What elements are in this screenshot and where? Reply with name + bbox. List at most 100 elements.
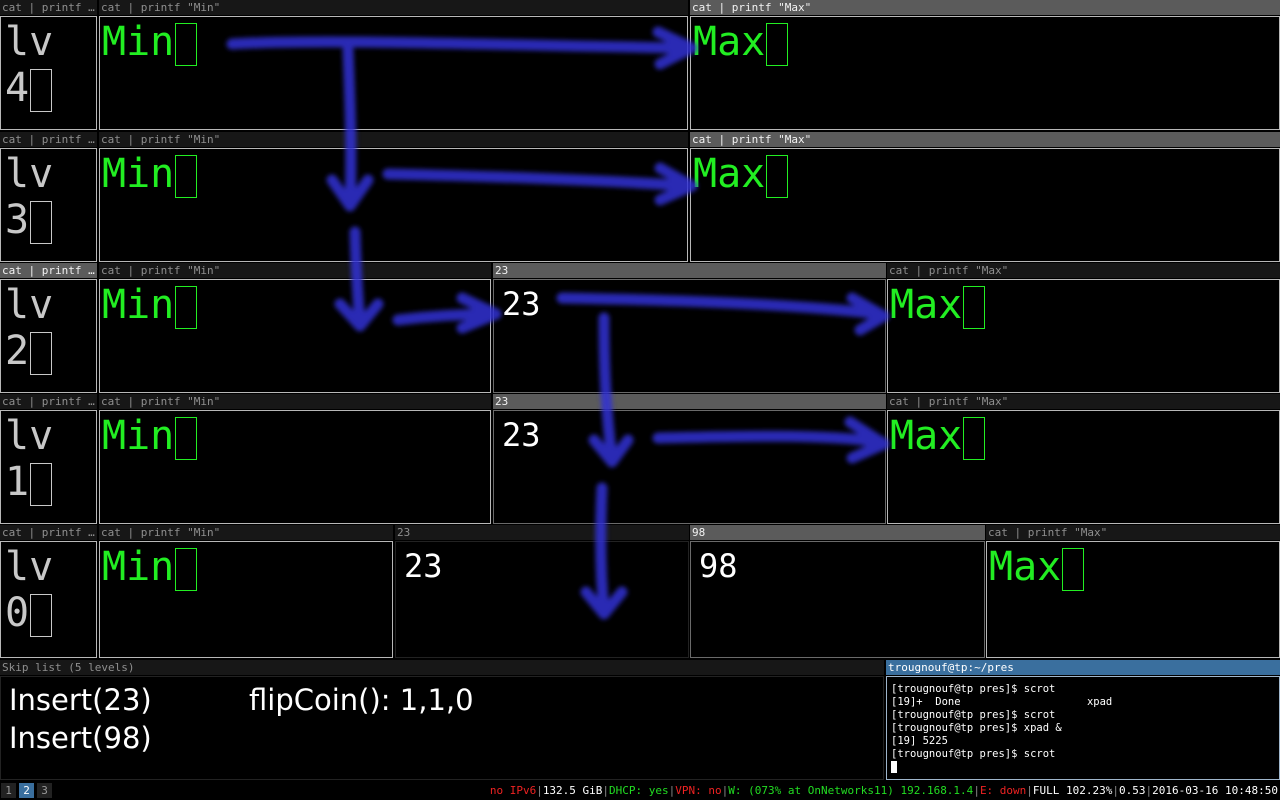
window-title[interactable]: cat | printf "Max" (690, 0, 1280, 15)
vpn-status: VPN: no (675, 784, 722, 797)
window-title[interactable]: 98 (690, 525, 985, 540)
window-title[interactable]: cat | printf "Min" (99, 394, 491, 409)
window-body: Min (99, 279, 491, 393)
window-body: Min (99, 16, 688, 130)
window-body: lv 2 (0, 279, 97, 393)
level-text: lv (5, 19, 54, 65)
window-title[interactable]: cat | printf "Min" (99, 0, 688, 15)
clock: 2016-03-16 10:48:50 (1152, 784, 1278, 797)
terminal-line: [19]+ Done xpad (891, 696, 1113, 708)
cursor-block (766, 155, 789, 198)
min-node-window[interactable]: cat | printf "Min" Min (99, 132, 688, 262)
min-node-window[interactable]: cat | printf "Min" Min (99, 0, 688, 130)
min-node-window[interactable]: cat | printf "Min" Min (99, 525, 393, 658)
window-title[interactable]: trougnouf@tp:~/pres (886, 660, 1280, 675)
node-text: Min (102, 544, 175, 590)
flipcoin-text: flipCoin(): 1,1,0 (249, 683, 474, 717)
workspace-3[interactable]: 3 (37, 783, 52, 798)
cursor-block (175, 548, 198, 591)
window-title[interactable]: cat | printf "Min" (99, 132, 688, 147)
window-body: Min (99, 410, 491, 524)
window-title[interactable]: cat | printf … (0, 0, 97, 15)
max-label: Max (693, 19, 789, 66)
max-label: Max (890, 282, 986, 329)
level-label: lv 3 (5, 151, 53, 244)
window-title[interactable]: cat | printf "Min" (99, 525, 393, 540)
level-0-window[interactable]: cat | printf … lv 0 (0, 525, 97, 658)
window-title[interactable]: 23 (395, 525, 689, 540)
node-23-window[interactable]: 23 23 (395, 525, 689, 658)
level-1-window[interactable]: cat | printf … lv 1 (0, 394, 97, 524)
level-3-window[interactable]: cat | printf … lv 3 (0, 132, 97, 262)
level-digit: 2 (5, 328, 30, 374)
node-23-window[interactable]: 23 23 (493, 394, 886, 524)
window-title[interactable]: cat | printf "Max" (690, 132, 1280, 147)
node-text: Max (890, 282, 963, 328)
min-node-window[interactable]: cat | printf "Min" Min (99, 263, 491, 393)
max-node-window[interactable]: cat | printf "Max" Max (690, 132, 1280, 262)
dhcp-status: DHCP: yes (609, 784, 669, 797)
window-body: 23 (493, 279, 886, 393)
cursor-block (766, 23, 789, 66)
max-node-window[interactable]: cat | printf "Max" Max (986, 525, 1280, 658)
min-node-window[interactable]: cat | printf "Min" Min (99, 394, 491, 524)
min-label: Min (102, 19, 198, 66)
node-98-window[interactable]: 98 98 (690, 525, 985, 658)
window-body: lv 1 (0, 410, 97, 524)
window-title[interactable]: cat | printf … (0, 132, 97, 147)
max-node-window[interactable]: cat | printf "Max" Max (887, 394, 1280, 524)
level-label: lv 0 (5, 544, 53, 637)
node-value: 23 (502, 416, 541, 454)
level-4-window[interactable]: cat | printf … lv 4 (0, 0, 97, 130)
node-value: 23 (404, 547, 443, 585)
window-title[interactable]: cat | printf … (0, 394, 97, 409)
node-value: 98 (699, 547, 738, 585)
window-title[interactable]: cat | printf "Max" (887, 394, 1280, 409)
level-digit: 4 (5, 65, 30, 111)
window-body: lv 3 (0, 148, 97, 262)
node-23-window[interactable]: 23 23 (493, 263, 886, 393)
node-value: 23 (502, 285, 541, 323)
level-label: lv 4 (5, 19, 53, 112)
window-title[interactable]: cat | printf "Max" (887, 263, 1280, 278)
cursor-block (175, 286, 198, 329)
window-title[interactable]: cat | printf "Min" (99, 263, 491, 278)
cursor-block (30, 201, 53, 244)
disk-status: 132.5 GiB (542, 784, 603, 797)
terminal-body[interactable]: [trougnouf@tp pres]$ scrot [19]+ Done xpa… (886, 676, 1280, 780)
node-text: Min (102, 282, 175, 328)
window-title[interactable]: cat | printf … (0, 525, 97, 540)
min-label: Min (102, 151, 198, 198)
max-node-window[interactable]: cat | printf "Max" Max (690, 0, 1280, 130)
window-title[interactable]: Skip list (5 levels) (0, 660, 884, 675)
window-body: 23 (493, 410, 886, 524)
cursor-block (963, 286, 986, 329)
battery-status: FULL 102.23% (1032, 784, 1113, 797)
max-node-window[interactable]: cat | printf "Max" Max (887, 263, 1280, 393)
cursor-block (30, 332, 53, 375)
skip-list-info-window[interactable]: Skip list (5 levels) Insert(23) Insert(9… (0, 660, 884, 780)
level-digit: 3 (5, 197, 30, 243)
ethernet-status: E: down (979, 784, 1027, 797)
cursor-block (1062, 548, 1085, 591)
window-body: Min (99, 148, 688, 262)
cursor-block (30, 463, 53, 506)
window-body: Max (986, 541, 1280, 658)
window-title[interactable]: cat | printf "Max" (986, 525, 1280, 540)
terminal-prompt[interactable] (891, 761, 1112, 774)
window-body: Insert(23) Insert(98) flipCoin(): 1,1,0 (0, 676, 884, 780)
window-body: Max (690, 148, 1280, 262)
level-2-window[interactable]: cat | printf … lv 2 (0, 263, 97, 393)
window-body: 98 (690, 541, 985, 658)
min-label: Min (102, 413, 198, 460)
window-title[interactable]: 23 (493, 263, 886, 278)
level-text: lv (5, 151, 54, 197)
terminal-window[interactable]: trougnouf@tp:~/pres [trougnouf@tp pres]$… (886, 660, 1280, 780)
node-text: Min (102, 413, 175, 459)
node-text: Max (693, 19, 766, 65)
window-body: Max (690, 16, 1280, 130)
window-title[interactable]: 23 (493, 394, 886, 409)
window-title[interactable]: cat | printf … (0, 263, 97, 278)
workspace-1[interactable]: 1 (1, 783, 16, 798)
workspace-2[interactable]: 2 (19, 783, 34, 798)
